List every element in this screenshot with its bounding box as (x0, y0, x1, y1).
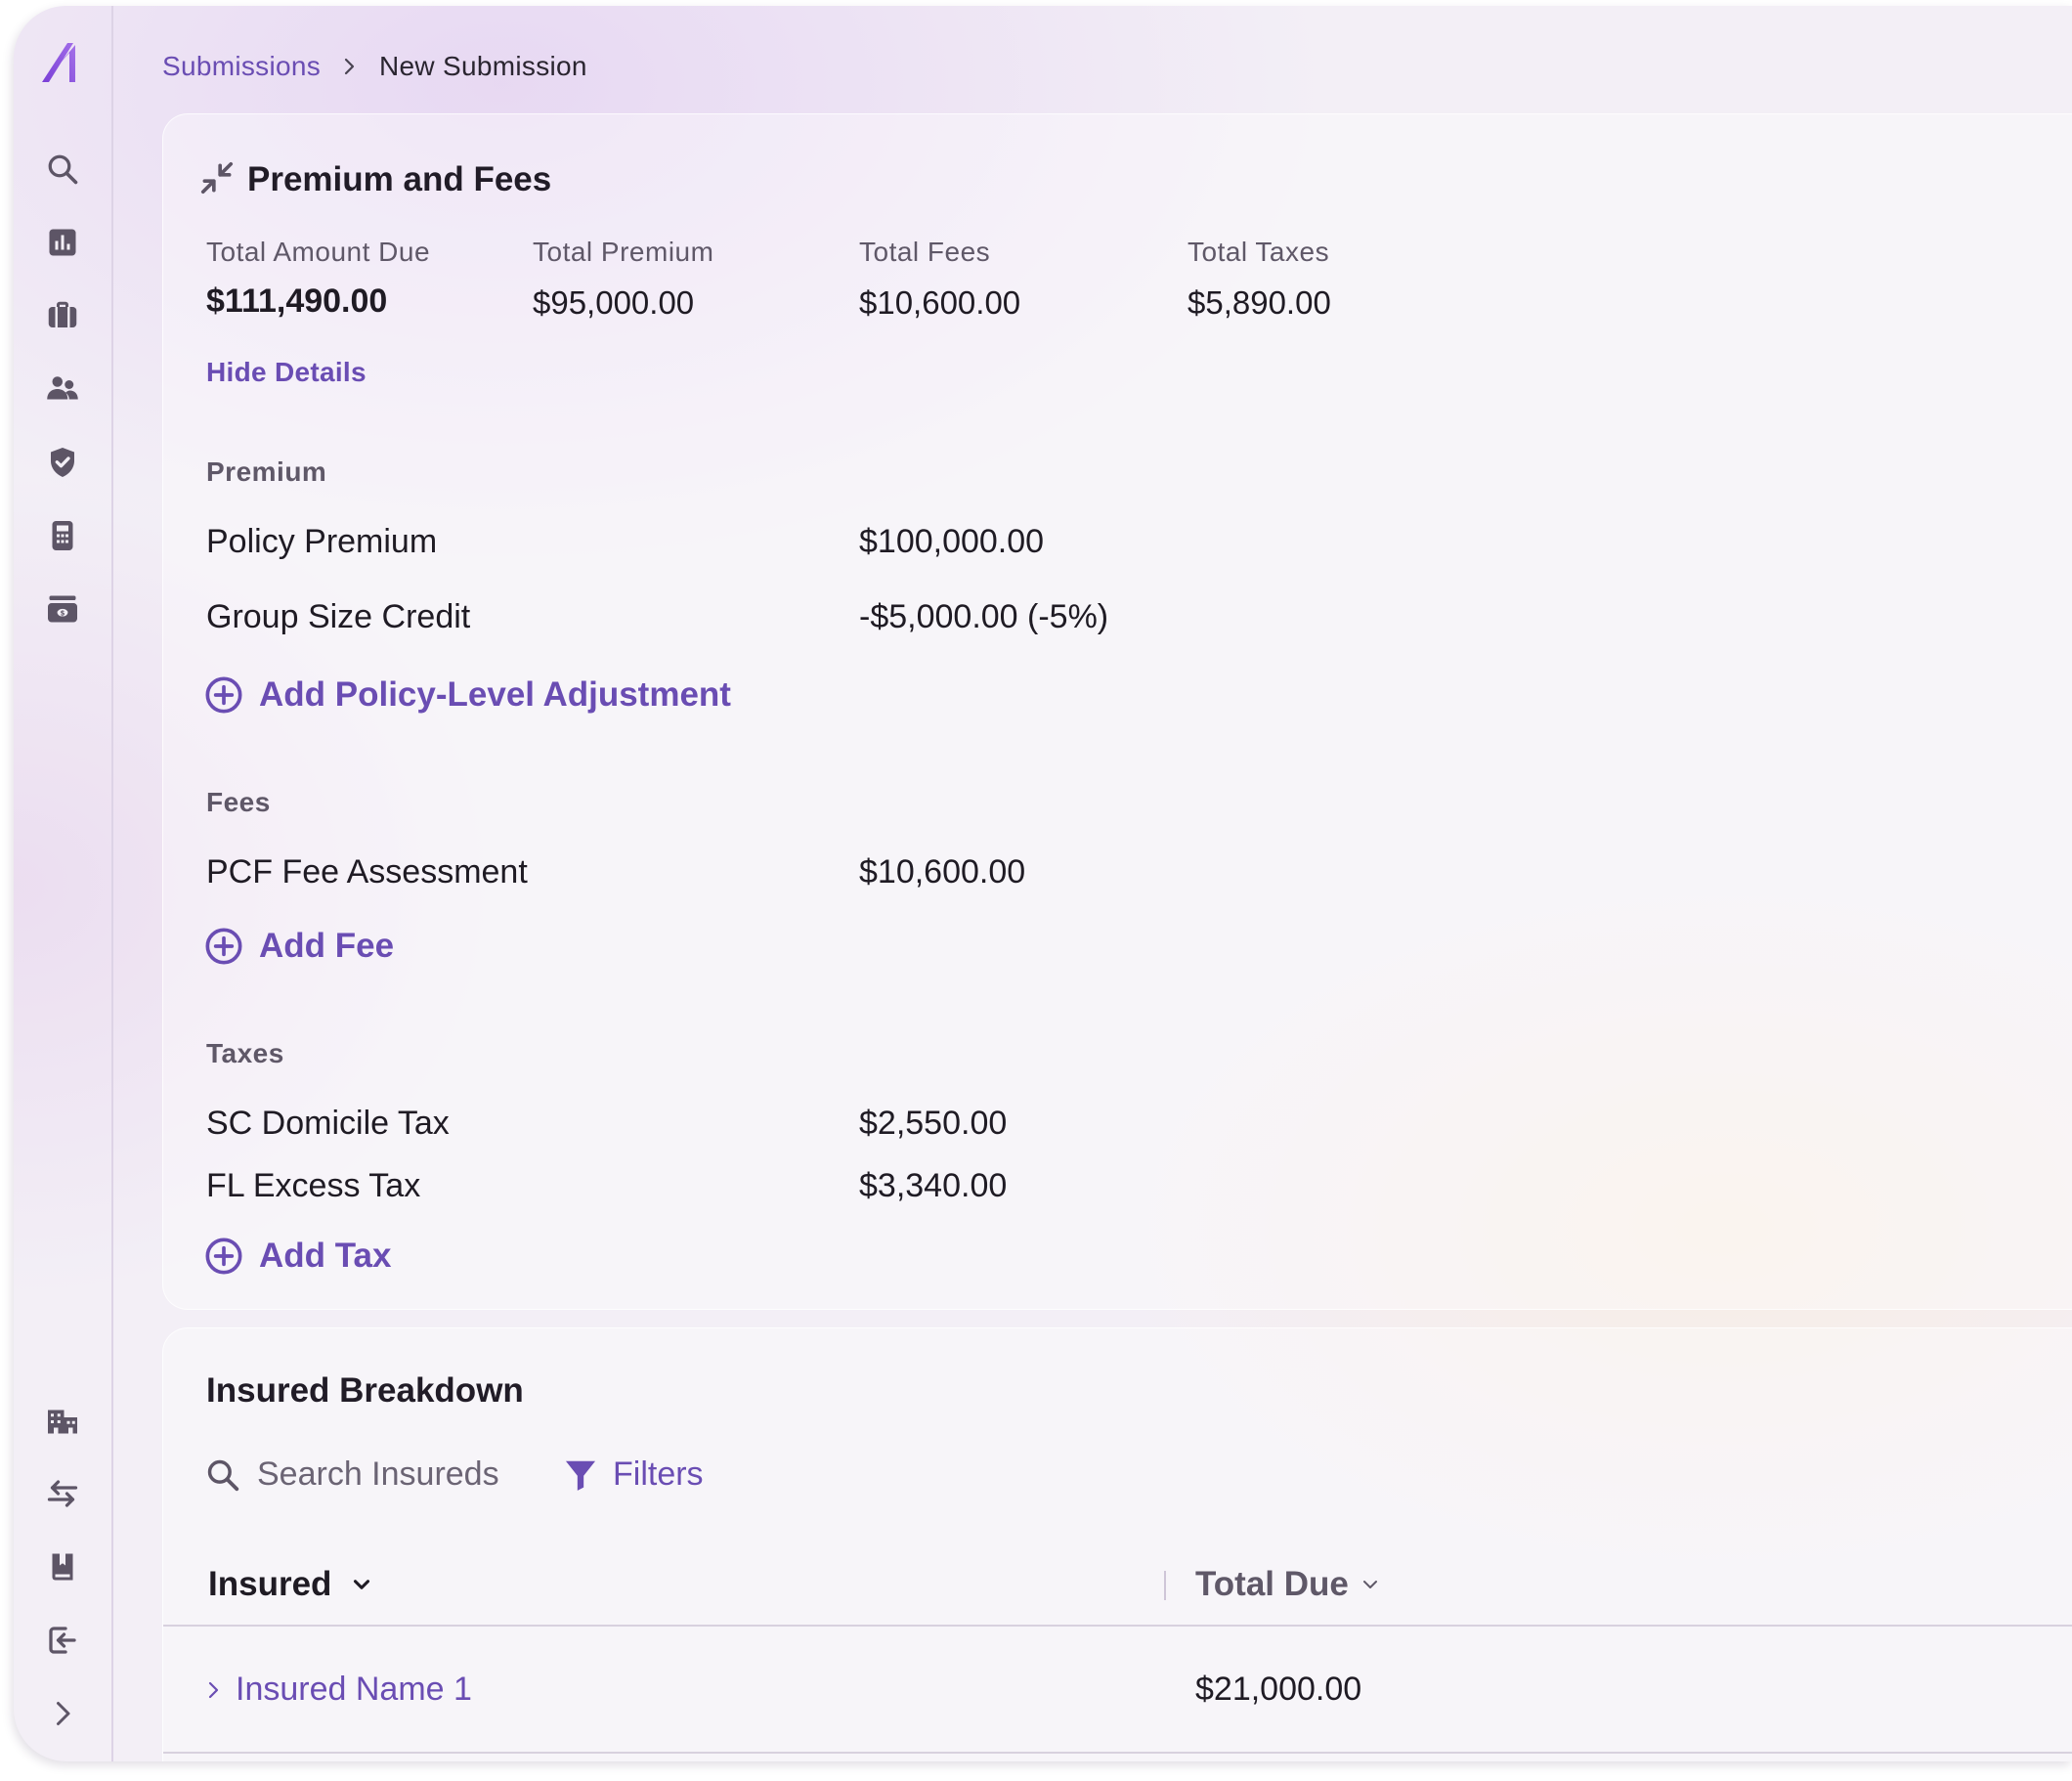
expand-sidebar-chevron-icon[interactable] (44, 1695, 81, 1732)
insured-column-header[interactable]: Insured (208, 1565, 374, 1604)
table-row-divider (163, 1752, 2072, 1754)
fl-excess-tax-label: FL Excess Tax (206, 1167, 421, 1204)
hide-details-link[interactable]: Hide Details (206, 357, 367, 388)
policy-premium-value: $100,000.00 (859, 523, 1045, 560)
calculator-icon[interactable] (44, 517, 81, 554)
total-taxes-label: Total Taxes (1187, 237, 1330, 267)
add-tax-button[interactable]: Add Tax (204, 1237, 391, 1276)
total-taxes-value: $5,890.00 (1187, 284, 1331, 321)
filters-label: Filters (613, 1455, 704, 1493)
taxes-section-label: Taxes (206, 1038, 284, 1068)
add-policy-level-adjustment-button[interactable]: Add Policy-Level Adjustment (204, 675, 731, 715)
table-row-insured-name-link[interactable]: Insured Name 1 (202, 1671, 472, 1709)
shield-check-icon[interactable] (44, 444, 81, 481)
group-size-credit-value: -$5,000.00 (-5%) (859, 598, 1109, 635)
building-icon[interactable] (44, 1402, 81, 1439)
breadcrumb: Submissions New Submission (162, 51, 587, 82)
insured-breakdown-card: Insured Breakdown Search Insureds Filter… (162, 1327, 2072, 1761)
insured-name: Insured Name 1 (236, 1671, 472, 1708)
add-policy-level-adjustment-label: Add Policy-Level Adjustment (259, 675, 731, 714)
premium-section-label: Premium (206, 456, 327, 487)
app-window: $ Submissions New Submission Premium and… (14, 6, 2072, 1761)
book-icon[interactable] (44, 1548, 81, 1586)
app-logo[interactable] (40, 41, 85, 86)
table-header-divider (163, 1625, 2072, 1627)
search-insureds-placeholder: Search Insureds (257, 1455, 499, 1493)
total-amount-due-label: Total Amount Due (206, 237, 431, 267)
add-fee-label: Add Fee (259, 927, 395, 965)
logout-icon[interactable] (44, 1622, 81, 1659)
fl-excess-tax-value: $3,340.00 (859, 1167, 1008, 1204)
insured-total-due: $21,000.00 (1195, 1671, 1362, 1708)
add-circle-icon (205, 676, 242, 714)
sc-domicile-tax-label: SC Domicile Tax (206, 1105, 450, 1142)
policy-premium-label: Policy Premium (206, 523, 438, 560)
insured-breakdown-title: Insured Breakdown (206, 1371, 524, 1410)
search-insureds-input[interactable]: Search Insureds (204, 1455, 499, 1494)
total-premium-value: $95,000.00 (533, 284, 695, 321)
total-fees-label: Total Fees (859, 237, 991, 267)
chevron-down-icon (354, 1580, 370, 1589)
add-circle-icon (205, 1238, 242, 1275)
chevron-right-icon (208, 1681, 219, 1698)
people-icon[interactable] (44, 370, 81, 408)
collapse-arrows-icon[interactable] (198, 159, 236, 201)
breadcrumb-submissions-link[interactable]: Submissions (162, 51, 321, 82)
chevron-right-icon (340, 55, 360, 78)
sidebar: $ (14, 6, 113, 1761)
pcf-fee-assessment-value: $10,600.00 (859, 853, 1026, 890)
add-circle-icon (205, 928, 242, 965)
add-tax-label: Add Tax (259, 1237, 392, 1275)
total-due-column-header[interactable]: Total Due (1195, 1565, 1382, 1604)
search-icon (207, 1459, 239, 1491)
billing-icon[interactable]: $ (44, 590, 81, 628)
add-fee-button[interactable]: Add Fee (204, 927, 394, 966)
total-fees-value: $10,600.00 (859, 284, 1021, 321)
fees-section-label: Fees (206, 787, 271, 817)
card-title: Premium and Fees (247, 160, 552, 198)
chevron-down-icon (1362, 1581, 1377, 1588)
premium-and-fees-card: Premium and Fees Total Amount Due $111,4… (162, 113, 2072, 1310)
column-divider (1164, 1571, 1166, 1600)
filters-button[interactable]: Filters (562, 1455, 704, 1494)
svg-text:$: $ (61, 609, 65, 617)
pcf-fee-assessment-label: PCF Fee Assessment (206, 853, 528, 890)
bar-chart-icon[interactable] (44, 224, 81, 261)
briefcase-icon[interactable] (44, 297, 81, 334)
swap-arrows-icon[interactable] (44, 1475, 81, 1512)
insured-column-label: Insured (208, 1565, 332, 1603)
total-premium-label: Total Premium (533, 237, 714, 267)
search-icon[interactable] (44, 151, 81, 188)
total-due-column-label: Total Due (1195, 1565, 1349, 1603)
breadcrumb-current: New Submission (379, 51, 587, 81)
filter-funnel-icon (565, 1460, 596, 1491)
group-size-credit-label: Group Size Credit (206, 598, 471, 635)
total-amount-due-value: $111,490.00 (206, 282, 388, 320)
sc-domicile-tax-value: $2,550.00 (859, 1105, 1008, 1142)
